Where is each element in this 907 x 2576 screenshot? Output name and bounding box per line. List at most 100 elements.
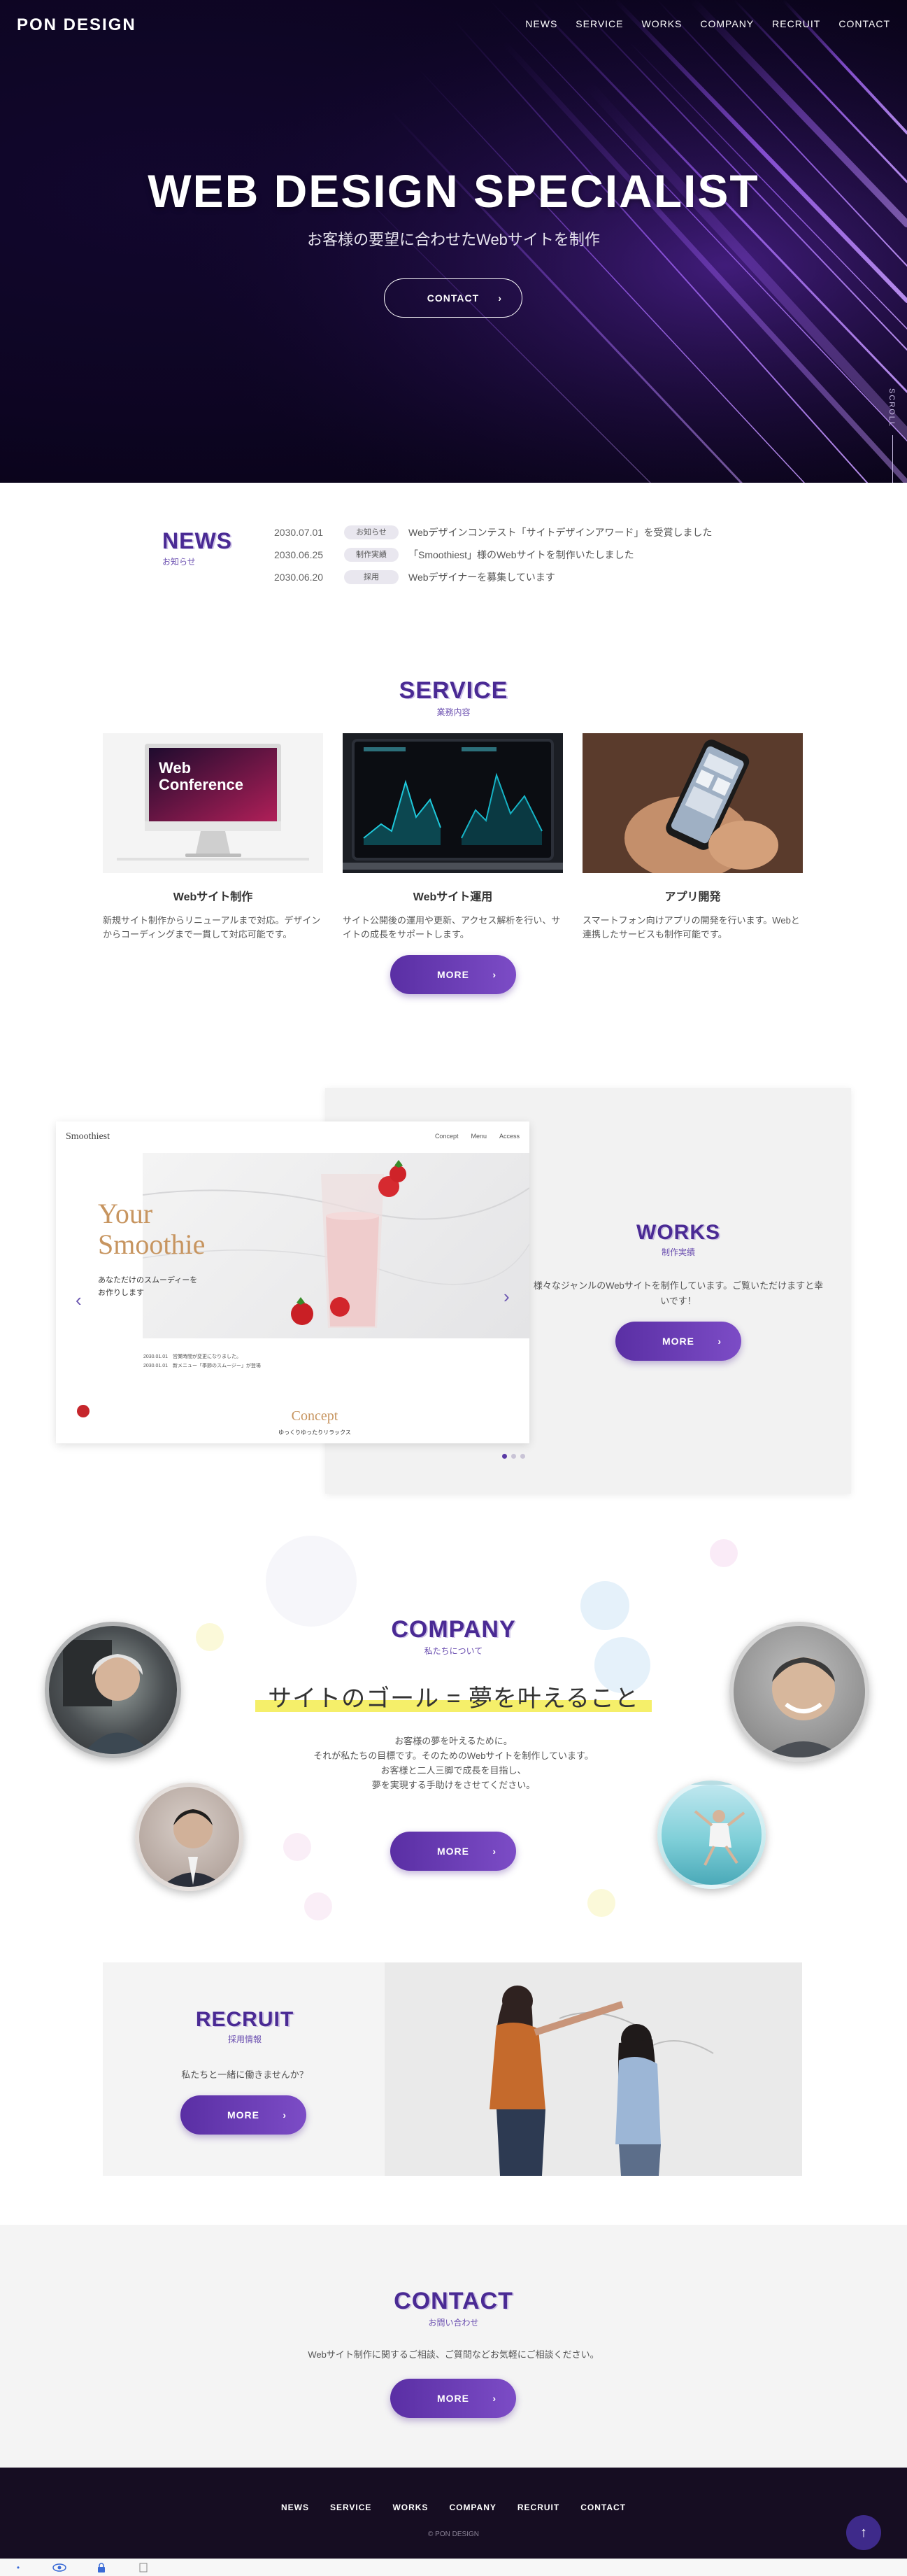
slide-prev-arrow[interactable]: ‹ xyxy=(76,1289,82,1311)
contact-more-label: MORE xyxy=(437,2393,469,2404)
company-text-line-1: お客様の夢を叶えるために。 xyxy=(394,1736,513,1746)
service-title: SERVICE xyxy=(399,677,508,704)
service-card-web-production[interactable]: Web Conference Webサイト制作 新規サイト制作からリニューアルま… xyxy=(103,733,323,942)
strawberry-icon xyxy=(77,1405,90,1417)
browser-status-bar: • xyxy=(0,2559,907,2576)
slide-concept: Concept ゆっくりゆったりリラックス xyxy=(266,1408,364,1436)
works-more-label: MORE xyxy=(662,1336,694,1347)
service-image-smartphone xyxy=(583,733,803,873)
contact-description: Webサイト制作に関するご相談、ご質問などお気軽にご相談ください。 xyxy=(308,2349,599,2360)
company-more-label: MORE xyxy=(437,1846,469,1857)
news-text: Webデザイナーを募集しています xyxy=(408,572,555,583)
recruit-heading: RECRUIT 採用情報 xyxy=(133,2008,357,2045)
decor-bubble xyxy=(283,1833,311,1861)
company-more-button[interactable]: MORE › xyxy=(390,1832,516,1871)
footer-nav-recruit[interactable]: RECRUIT xyxy=(517,2503,559,2512)
status-dot-icon[interactable]: • xyxy=(4,2561,32,2574)
news-item[interactable]: 2030.06.25 制作実績 「Smoothiest」様のWebサイトを制作い… xyxy=(274,544,764,566)
service-heading: SERVICE 業務内容 xyxy=(0,677,907,718)
contact-more-button[interactable]: MORE › xyxy=(390,2379,516,2418)
slide-news-line-1: 2030.01.01 営業時間が変更になりました。 xyxy=(143,1354,242,1359)
service-image-analytics-laptop xyxy=(343,733,563,873)
site-footer: NEWS SERVICE WORKS COMPANY RECRUIT CONTA… xyxy=(0,2468,907,2559)
news-heading: NEWS お知らせ xyxy=(162,528,232,567)
imac-screen-text: Web Conference xyxy=(159,760,243,793)
chevron-right-icon: › xyxy=(498,292,502,304)
contact-section xyxy=(0,2225,907,2468)
nav-company[interactable]: COMPANY xyxy=(700,18,754,29)
recruit-image xyxy=(385,1962,802,2176)
slider-dot[interactable] xyxy=(511,1454,516,1459)
nav-recruit[interactable]: RECRUIT xyxy=(772,18,820,29)
service-card-web-operation[interactable]: Webサイト運用 サイト公開後の運用や更新、アクセス解析を行い、サイトの成長をサ… xyxy=(343,733,563,942)
contact-heading: CONTACT お問い合わせ xyxy=(0,2288,907,2328)
company-text-line-3: お客様と二人三脚で成長を目指し、 xyxy=(380,1765,527,1776)
company-catchphrase: サイトのゴール = 夢を叶えること xyxy=(0,1679,907,1713)
news-date: 2030.06.25 xyxy=(274,549,324,560)
slider-dot[interactable] xyxy=(520,1454,525,1459)
global-nav: NEWS SERVICE WORKS COMPANY RECRUIT CONTA… xyxy=(525,18,890,29)
service-more-button[interactable]: MORE › xyxy=(390,955,516,994)
news-title: NEWS xyxy=(162,528,232,553)
person-illustration xyxy=(694,1810,745,1866)
lock-icon[interactable] xyxy=(84,2561,119,2574)
decor-bubble xyxy=(304,1892,332,1920)
footer-nav: NEWS SERVICE WORKS COMPANY RECRUIT CONTA… xyxy=(0,2503,907,2512)
works-slide[interactable]: Smoothiest Concept Menu Access Your Smoo… xyxy=(56,1121,529,1443)
company-catchphrase-text: サイトのゴール = 夢を叶えること xyxy=(255,1685,652,1712)
decor-bubble xyxy=(266,1536,357,1627)
service-image-imac: Web Conference xyxy=(103,733,323,873)
nav-service[interactable]: SERVICE xyxy=(576,18,623,29)
nav-news[interactable]: NEWS xyxy=(525,18,557,29)
slide-copy-line-2: お作りします xyxy=(98,1289,144,1297)
news-category-badge: お知らせ xyxy=(344,525,399,539)
slide-headline: Your Smoothie xyxy=(98,1198,205,1260)
hero-contact-button[interactable]: CONTACT › xyxy=(384,278,522,318)
slide-copy-line-1: あなただけのスムーディーを xyxy=(98,1276,198,1285)
footer-nav-company[interactable]: COMPANY xyxy=(449,2503,496,2512)
chevron-right-icon: › xyxy=(492,969,497,980)
works-more-button[interactable]: MORE › xyxy=(615,1322,741,1361)
footer-nav-news[interactable]: NEWS xyxy=(281,2503,309,2512)
team-whiteboard-illustration xyxy=(385,1962,802,2176)
footer-nav-service[interactable]: SERVICE xyxy=(330,2503,371,2512)
global-header: PON DESIGN NEWS SERVICE WORKS COMPANY RE… xyxy=(0,15,907,36)
works-heading: WORKS 制作実績 xyxy=(531,1221,825,1258)
service-card-desc: サイト公開後の運用や更新、アクセス解析を行い、サイトの成長をサポートします。 xyxy=(343,915,561,940)
footer-nav-contact[interactable]: CONTACT xyxy=(580,2503,626,2512)
news-category-badge: 制作実績 xyxy=(344,548,399,562)
decor-bubble xyxy=(587,1889,615,1917)
slide-news: 2030.01.01 営業時間が変更になりました。 2030.01.01 新メニ… xyxy=(143,1352,261,1371)
nav-works[interactable]: WORKS xyxy=(642,18,683,29)
news-item[interactable]: 2030.06.20 採用 Webデザイナーを募集しています xyxy=(274,566,764,588)
news-item[interactable]: 2030.07.01 お知らせ Webデザインコンテスト「サイトデザインアワード… xyxy=(274,521,764,544)
staff-photo-man-suit xyxy=(135,1783,243,1891)
service-card-desc: スマートフォン向けアプリの開発を行います。Webと連携したサービスも制作可能です… xyxy=(583,915,800,940)
chevron-right-icon: › xyxy=(283,2109,287,2121)
hero-subtitle: お客様の要望に合わせたWebサイトを制作 xyxy=(307,231,600,248)
slide-brand-logo: Smoothiest xyxy=(66,1131,110,1142)
company-subtitle: 私たちについて xyxy=(424,1646,483,1656)
slide-nav-concept: Concept xyxy=(434,1133,459,1140)
news-category-badge: 採用 xyxy=(344,570,399,584)
page-icon[interactable] xyxy=(126,2561,161,2574)
recruit-more-button[interactable]: MORE › xyxy=(180,2095,306,2135)
slide-concept-title: Concept xyxy=(291,1408,338,1424)
company-title: COMPANY xyxy=(391,1616,516,1643)
service-subtitle: 業務内容 xyxy=(436,707,471,717)
news-date: 2030.06.20 xyxy=(274,572,324,583)
site-logo[interactable]: PON DESIGN xyxy=(17,15,136,35)
slide-next-arrow[interactable]: › xyxy=(504,1286,510,1308)
company-heading: COMPANY 私たちについて xyxy=(0,1616,907,1657)
recruit-description: 私たちと一緒に働きませんか？ xyxy=(181,2069,308,2080)
service-card-app-development[interactable]: アプリ開発 スマートフォン向けアプリの開発を行います。Webと連携したサービスも… xyxy=(583,733,803,942)
footer-nav-works[interactable]: WORKS xyxy=(392,2503,428,2512)
nav-contact[interactable]: CONTACT xyxy=(838,18,890,29)
slider-dot-active[interactable] xyxy=(502,1454,507,1459)
slider-pagination xyxy=(502,1454,525,1459)
slide-headline-line-2: Smoothie xyxy=(98,1229,206,1260)
eye-icon[interactable] xyxy=(42,2561,77,2574)
back-to-top-button[interactable]: ↑ xyxy=(846,2515,881,2550)
slide-headline-line-1: Your xyxy=(98,1198,153,1229)
company-text-line-2: それが私たちの目標です。そのためのWebサイトを制作しています。 xyxy=(313,1750,594,1761)
